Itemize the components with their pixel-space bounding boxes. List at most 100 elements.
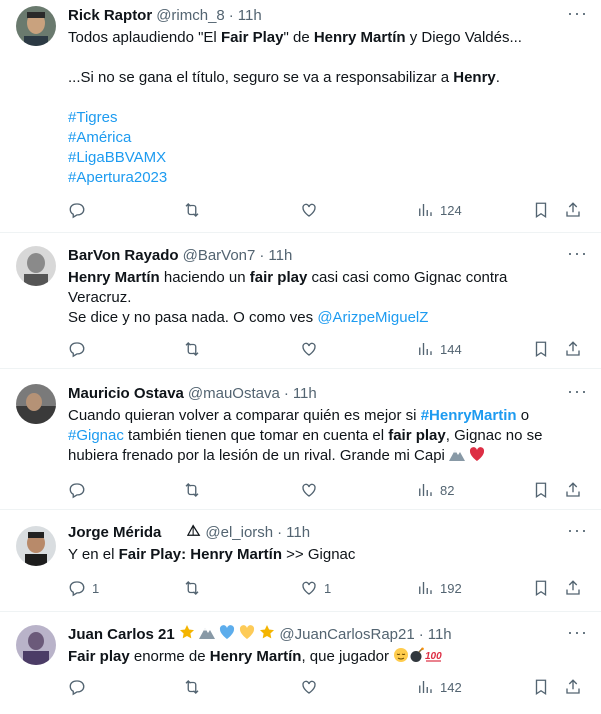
avatar[interactable] (16, 625, 56, 665)
timestamp[interactable]: 11h (238, 6, 262, 26)
tweet[interactable]: Rick Raptor @rimch_8 · 11h ··· Todos apl… (0, 0, 601, 233)
action-bar: 144 (68, 339, 587, 359)
tweet[interactable]: Mauricio Ostava @mauOstava · 11h ··· Cua… (0, 369, 601, 510)
more-icon[interactable]: ··· (567, 244, 587, 266)
views-button[interactable]: 142 (416, 677, 462, 697)
like-button[interactable] (300, 677, 318, 697)
reply-button[interactable] (68, 339, 86, 359)
bookmark-button[interactable] (532, 339, 550, 359)
mountain-emoji-icon (449, 446, 466, 468)
reply-button[interactable] (68, 200, 86, 220)
retweet-icon (185, 483, 199, 497)
heart-emoji-icon (469, 446, 485, 468)
like-icon (302, 680, 316, 694)
hashtag-link[interactable]: #HenryMartin (421, 407, 517, 424)
more-icon[interactable]: ··· (567, 382, 587, 404)
timestamp[interactable]: 11h (286, 523, 310, 543)
timestamp[interactable]: 11h (428, 625, 452, 645)
hundred-points-icon: 100 (425, 647, 443, 669)
bookmark-button[interactable] (532, 480, 550, 500)
views-button[interactable]: 192 (416, 578, 462, 598)
like-button[interactable] (300, 480, 318, 500)
bookmark-icon (535, 679, 547, 696)
author-handle[interactable]: @mauOstava (188, 384, 280, 404)
name-emojis (179, 624, 276, 646)
share-button[interactable] (564, 578, 582, 598)
author-name[interactable]: Rick Raptor (68, 6, 152, 26)
author-name[interactable]: Juan Carlos 21 (68, 625, 175, 645)
like-button[interactable] (300, 339, 318, 359)
like-button[interactable]: 1 (300, 578, 331, 598)
separator: · (283, 385, 289, 402)
tweet-text: Fair play enorme de Henry Martín, que ju… (68, 647, 587, 669)
view-count: 82 (440, 482, 455, 498)
reply-button[interactable] (68, 480, 86, 500)
hashtag-link[interactable]: #Gignac (68, 427, 124, 444)
views-button[interactable]: 124 (416, 200, 462, 220)
retweet-button[interactable] (183, 677, 201, 697)
tweet-header: Juan Carlos 21 @JuanCarlosRap21 · 11h (68, 625, 587, 645)
share-button[interactable] (564, 200, 582, 220)
share-icon (566, 580, 580, 595)
reply-icon (69, 680, 85, 696)
avatar[interactable] (16, 6, 56, 46)
bookmark-button[interactable] (532, 200, 550, 220)
author-name[interactable]: Mauricio Ostava (68, 384, 184, 404)
bookmark-button[interactable] (532, 677, 550, 697)
reply-icon (69, 483, 85, 499)
view-count: 144 (440, 341, 462, 357)
like-icon (302, 483, 316, 497)
share-button[interactable] (564, 677, 582, 697)
action-bar: 142 (68, 677, 587, 697)
author-handle[interactable]: @BarVon7 (183, 246, 256, 266)
author-handle[interactable]: @rimch_8 (156, 6, 225, 26)
hashtag-link[interactable]: #América (68, 128, 587, 148)
share-icon (566, 482, 580, 497)
more-icon[interactable]: ··· (567, 623, 587, 645)
retweet-button[interactable] (183, 578, 201, 598)
separator: · (259, 247, 265, 264)
retweet-icon (185, 581, 199, 595)
svg-text:100: 100 (425, 651, 442, 662)
blue-heart-icon (219, 624, 235, 646)
tweet[interactable]: Jorge Mérida @el_iorsh · 11h ··· Y en el… (0, 510, 601, 612)
timestamp[interactable]: 11h (268, 246, 292, 266)
mountain-outline-icon (187, 523, 201, 543)
views-button[interactable]: 144 (416, 339, 462, 359)
timestamp[interactable]: 11h (293, 384, 317, 404)
separator: · (277, 524, 283, 541)
yellow-heart-icon (239, 624, 255, 646)
author-handle[interactable]: @el_iorsh (205, 523, 273, 543)
retweet-icon (185, 342, 199, 356)
hashtag-link[interactable]: #Apertura2023 (68, 168, 587, 188)
reply-button[interactable]: 1 (68, 578, 99, 598)
avatar[interactable] (16, 384, 56, 424)
reply-button[interactable] (68, 677, 86, 697)
like-count: 1 (324, 580, 332, 596)
hashtag-link[interactable]: #Tigres (68, 108, 587, 128)
share-button[interactable] (564, 480, 582, 500)
more-icon[interactable]: ··· (567, 521, 587, 543)
like-icon (302, 342, 316, 356)
retweet-button[interactable] (183, 339, 201, 359)
like-button[interactable] (300, 200, 318, 220)
avatar[interactable] (16, 246, 56, 286)
view-count: 192 (440, 580, 462, 596)
bookmark-button[interactable] (532, 578, 550, 598)
author-name[interactable]: BarVon Rayado (68, 246, 179, 266)
tweet[interactable]: BarVon Rayado @BarVon7 · 11h ··· Henry M… (0, 233, 601, 369)
reply-icon (69, 203, 85, 219)
retweet-button[interactable] (183, 200, 201, 220)
views-button[interactable]: 82 (416, 480, 454, 500)
like-icon (302, 581, 316, 595)
avatar[interactable] (16, 526, 56, 566)
share-button[interactable] (564, 339, 582, 359)
author-handle[interactable]: @JuanCarlosRap21 (279, 625, 414, 645)
tweet[interactable]: Juan Carlos 21 @JuanCarlosRap21 · 11h ··… (0, 612, 601, 714)
retweet-button[interactable] (183, 480, 201, 500)
hashtag-link[interactable]: #LigaBBVAMX (68, 148, 587, 168)
mention-link[interactable]: @ArizpeMiguelZ (317, 309, 428, 326)
more-icon[interactable]: ··· (567, 4, 587, 26)
tweet-text: Cuando quieran volver a comparar quién e… (68, 406, 587, 468)
author-name[interactable]: Jorge Mérida (68, 523, 161, 543)
